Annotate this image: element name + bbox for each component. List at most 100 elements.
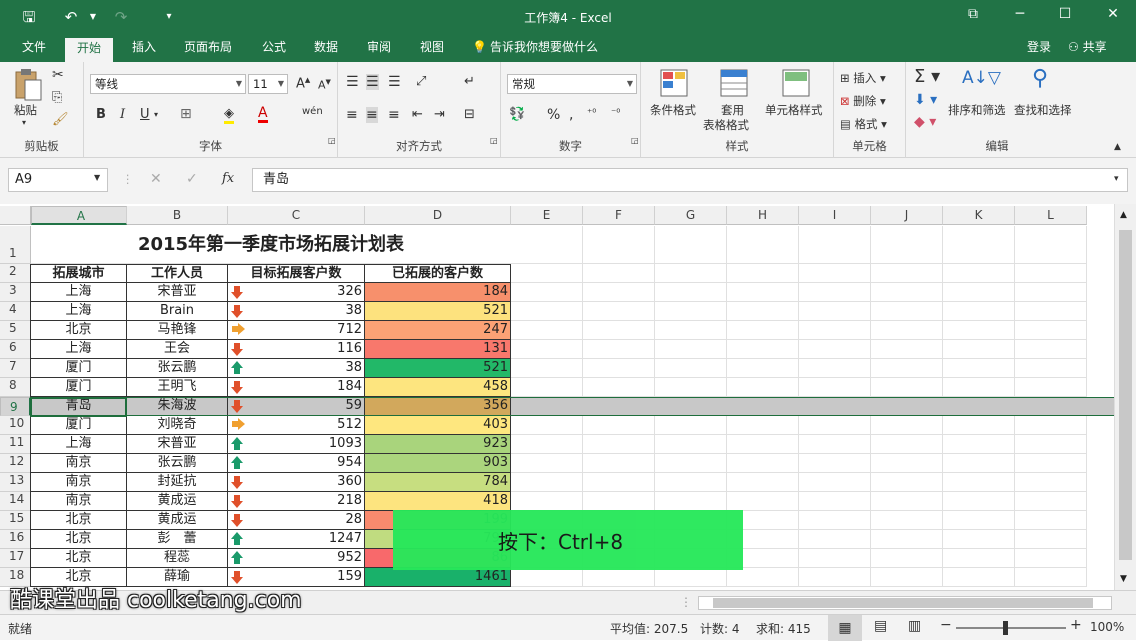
collapse-ribbon-icon[interactable]: ▲ (1114, 142, 1121, 152)
cell[interactable] (943, 302, 1015, 321)
vertical-scrollbar[interactable]: ▲ ▼ (1114, 204, 1136, 590)
cell[interactable] (943, 283, 1015, 302)
cell-person[interactable]: 宋普亚 (127, 283, 228, 302)
cell[interactable] (511, 435, 583, 454)
cell[interactable] (871, 264, 943, 283)
formula-input[interactable]: 青岛 (252, 168, 1128, 192)
cell-person[interactable]: 黄成运 (127, 492, 228, 511)
column-header[interactable]: I (799, 206, 871, 225)
cell[interactable] (511, 264, 583, 283)
delete-cells-button[interactable]: ⊠ 删除 ▾ (840, 93, 886, 109)
align-top-icon[interactable]: ☰ (346, 74, 359, 90)
row-header[interactable]: 1 (0, 226, 31, 264)
cell[interactable] (799, 511, 871, 530)
sign-in-link[interactable]: 登录 (1025, 39, 1053, 62)
cell[interactable] (871, 492, 943, 511)
expand-formula-icon[interactable]: ▾ (1114, 174, 1119, 184)
paste-dropdown-icon[interactable]: ▾ (22, 118, 26, 127)
close-icon[interactable]: ✕ (1098, 6, 1128, 22)
cell-person[interactable]: 张云鹏 (127, 454, 228, 473)
cell[interactable] (871, 283, 943, 302)
cell[interactable] (655, 226, 727, 264)
horizontal-scrollbar[interactable] (698, 596, 1112, 610)
phonetic-icon[interactable]: wén (302, 106, 323, 117)
increase-indent-icon[interactable]: ⇥ (434, 107, 445, 122)
select-all-corner[interactable] (0, 206, 31, 225)
normal-view-icon[interactable]: ▦ (828, 615, 862, 641)
cut-icon[interactable]: ✂ (52, 67, 64, 83)
column-header[interactable]: G (655, 206, 727, 225)
conditional-format-icon[interactable] (659, 68, 689, 98)
paste-button[interactable]: 粘贴 (14, 102, 37, 118)
cell-city[interactable]: 南京 (31, 473, 127, 492)
tab-page-layout[interactable]: 页面布局 (182, 39, 234, 62)
cell[interactable] (511, 416, 583, 435)
align-right-icon[interactable]: ≡ (388, 107, 400, 123)
row-header[interactable]: 4 (0, 302, 31, 321)
column-title[interactable]: 工作人员 (127, 264, 228, 283)
cell-target[interactable]: 59 (228, 397, 365, 416)
cell[interactable] (871, 302, 943, 321)
sort-filter-button[interactable]: 排序和筛选 (948, 102, 1006, 118)
cell-city[interactable]: 北京 (31, 549, 127, 568)
cell-city[interactable]: 上海 (31, 302, 127, 321)
format-cells-button[interactable]: ▤ 格式 ▾ (840, 116, 887, 132)
align-middle-icon[interactable]: ☰ (366, 74, 379, 90)
cell[interactable] (1015, 340, 1087, 359)
cell-target[interactable]: 38 (228, 359, 365, 378)
cell[interactable] (655, 416, 727, 435)
font-color-icon[interactable]: A (258, 106, 268, 123)
cell-person[interactable]: 朱海波 (127, 397, 228, 416)
cell-done[interactable]: 403 (365, 416, 511, 435)
row-header[interactable]: 17 (0, 549, 31, 568)
cell[interactable] (583, 454, 655, 473)
find-search-icon[interactable]: ⚲ (1032, 66, 1048, 91)
cell[interactable] (1015, 321, 1087, 340)
cell[interactable] (727, 492, 799, 511)
cell-city[interactable]: 南京 (31, 454, 127, 473)
cell-styles-icon[interactable] (781, 68, 811, 98)
cell-target[interactable]: 28 (228, 511, 365, 530)
cell[interactable] (727, 264, 799, 283)
cell-target[interactable]: 1247 (228, 530, 365, 549)
cell[interactable] (943, 530, 1015, 549)
cell[interactable] (727, 378, 799, 397)
cell-city[interactable]: 厦门 (31, 416, 127, 435)
cell[interactable] (943, 473, 1015, 492)
cell[interactable] (799, 321, 871, 340)
cell[interactable] (511, 473, 583, 492)
cell-target[interactable]: 1093 (228, 435, 365, 454)
cell-target[interactable]: 360 (228, 473, 365, 492)
cell[interactable] (583, 568, 655, 587)
cell[interactable] (871, 321, 943, 340)
cell-done[interactable]: 131 (365, 340, 511, 359)
maximize-icon[interactable]: ☐ (1050, 6, 1080, 22)
cell[interactable] (511, 340, 583, 359)
cell-person[interactable]: 马艳锋 (127, 321, 228, 340)
cell[interactable] (511, 321, 583, 340)
percent-icon[interactable]: % (547, 107, 560, 123)
cell[interactable] (943, 435, 1015, 454)
tab-data[interactable]: 数据 (312, 39, 340, 62)
cell[interactable] (583, 378, 655, 397)
row-header[interactable]: 5 (0, 321, 31, 340)
cell[interactable] (943, 511, 1015, 530)
cell[interactable] (871, 435, 943, 454)
cell-done[interactable]: 784 (365, 473, 511, 492)
row-header[interactable]: 7 (0, 359, 31, 378)
cell[interactable] (727, 454, 799, 473)
cell[interactable] (655, 359, 727, 378)
cell-city[interactable]: 上海 (31, 340, 127, 359)
clear-icon[interactable]: ◆ ▾ (914, 114, 936, 130)
align-bottom-icon[interactable]: ☰ (388, 74, 401, 90)
cell[interactable] (1015, 549, 1087, 568)
cell[interactable] (799, 416, 871, 435)
cell-person[interactable]: 王会 (127, 340, 228, 359)
row-header[interactable]: 2 (0, 264, 31, 283)
italic-button[interactable]: I (120, 107, 125, 122)
scroll-thumb[interactable] (1119, 230, 1132, 560)
cell-done[interactable]: 923 (365, 435, 511, 454)
cell-city[interactable]: 上海 (31, 435, 127, 454)
row-header[interactable]: 10 (0, 416, 31, 435)
cell[interactable] (583, 435, 655, 454)
